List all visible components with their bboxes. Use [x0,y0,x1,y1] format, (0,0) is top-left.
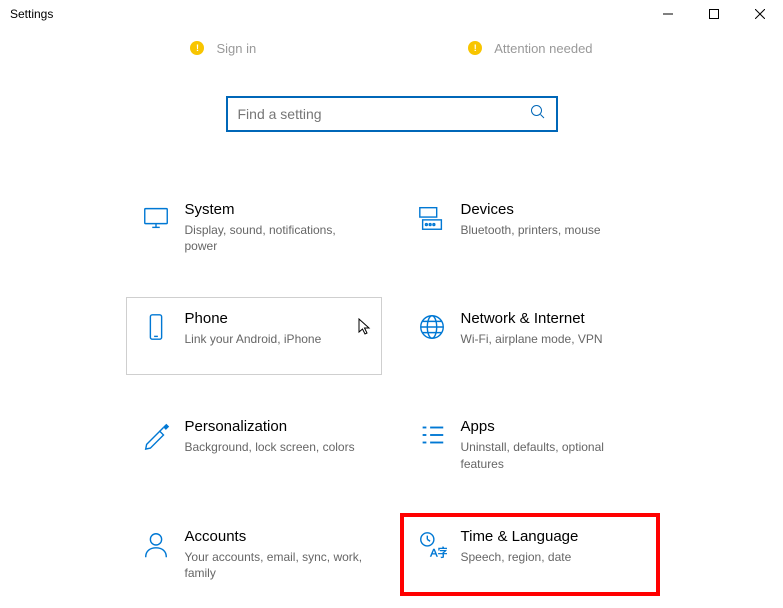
tile-title: Personalization [185,418,369,435]
tile-desc: Background, lock screen, colors [185,439,369,455]
tile-title: Apps [461,418,645,435]
window-controls [645,0,783,28]
search-icon [530,104,546,125]
accounts-icon [141,528,185,581]
tile-system[interactable]: System Display, sound, notifications, po… [126,188,382,267]
time-language-icon: A字 [417,528,461,565]
tile-title: Time & Language [461,528,645,545]
tile-time-language[interactable]: A字 Time & Language Speech, region, date [402,515,658,594]
search-box[interactable] [226,96,558,132]
warning-icon: ! [468,41,482,55]
warning-icon: ! [190,41,204,55]
tile-title: Accounts [185,528,369,545]
tile-desc: Bluetooth, printers, mouse [461,222,645,238]
status-signin[interactable]: ! Sign in [190,41,256,56]
tile-desc: Speech, region, date [461,549,645,565]
content: System Display, sound, notifications, po… [0,68,783,594]
status-row: ! Sign in ! Attention needed [0,28,783,68]
devices-icon [417,201,461,254]
settings-grid: System Display, sound, notifications, po… [126,188,658,594]
tile-title: Network & Internet [461,310,645,327]
status-attention-label: Attention needed [494,41,592,56]
close-button[interactable] [737,0,783,28]
tile-desc: Link your Android, iPhone [185,331,369,347]
tile-title: Phone [185,310,369,327]
tile-desc: Your accounts, email, sync, work, family [185,549,369,581]
tile-phone[interactable]: Phone Link your Android, iPhone [126,297,382,375]
system-icon [141,201,185,254]
personalization-icon [141,418,185,471]
tile-apps[interactable]: Apps Uninstall, defaults, optional featu… [402,405,658,484]
status-attention[interactable]: ! Attention needed [468,41,592,56]
tile-title: System [185,201,369,218]
tile-devices[interactable]: Devices Bluetooth, printers, mouse [402,188,658,267]
minimize-button[interactable] [645,0,691,28]
apps-icon [417,418,461,471]
tile-network[interactable]: Network & Internet Wi-Fi, airplane mode,… [402,297,658,375]
tile-desc: Wi-Fi, airplane mode, VPN [461,331,645,347]
network-icon [417,310,461,362]
tile-title: Devices [461,201,645,218]
maximize-button[interactable] [691,0,737,28]
svg-text:A字: A字 [430,545,447,559]
titlebar: Settings [0,0,783,28]
tile-desc: Display, sound, notifications, power [185,222,369,254]
tile-personalization[interactable]: Personalization Background, lock screen,… [126,405,382,484]
window-title: Settings [10,7,645,21]
search-input[interactable] [238,106,530,122]
phone-icon [141,310,185,362]
status-signin-label: Sign in [216,41,256,56]
tile-accounts[interactable]: Accounts Your accounts, email, sync, wor… [126,515,382,594]
tile-desc: Uninstall, defaults, optional features [461,439,645,471]
